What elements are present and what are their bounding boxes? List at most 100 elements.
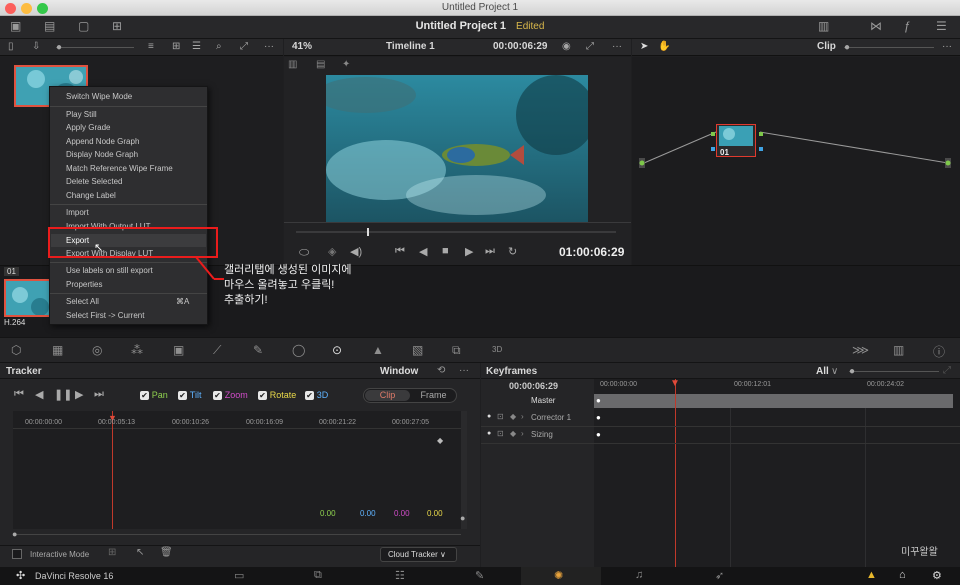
motion-effects-icon[interactable]: ▣: [173, 343, 184, 357]
cloud-tracker-dropdown[interactable]: Cloud Tracker ∨: [380, 547, 457, 562]
stop-icon[interactable]: ■: [442, 245, 449, 257]
track-forward-end-icon[interactable]: ⏭: [94, 388, 104, 401]
master-keyframe-dot[interactable]: ●: [596, 396, 601, 405]
delete-point-icon[interactable]: 🗑: [160, 547, 173, 558]
sizing-icon[interactable]: ⧉: [452, 343, 461, 358]
3d-icon[interactable]: 3D: [492, 345, 502, 354]
color-match-icon[interactable]: ▦: [52, 343, 63, 357]
fusion-page-icon[interactable]: ✎: [475, 569, 484, 582]
loop-playback-icon[interactable]: ↻: [508, 245, 517, 258]
sidebar-toggle-icon[interactable]: ▯: [8, 41, 14, 52]
interactive-mode-checkbox[interactable]: [12, 549, 22, 559]
keyframe-toggle-icon[interactable]: ◆: [510, 412, 516, 421]
clips-icon[interactable]: ⊞: [112, 19, 122, 33]
keyframes-zoom-slider[interactable]: ●: [849, 366, 939, 377]
menu-item-play-still[interactable]: Play Still: [66, 110, 97, 119]
corrector-keyframe-dot[interactable]: ●: [596, 413, 601, 422]
expand-chevron-icon[interactable]: ›: [521, 412, 524, 421]
camera-raw-icon[interactable]: ⬡: [11, 343, 21, 357]
menu-item-change-label[interactable]: Change Label: [66, 191, 116, 200]
menu-item-switch-wipe-mode[interactable]: Switch Wipe Mode: [66, 92, 132, 101]
track-forward-icon[interactable]: ▶: [75, 388, 83, 401]
scrubber-bar[interactable]: [296, 231, 616, 233]
viewer-icon-a[interactable]: ▥: [288, 59, 304, 71]
frame-mode-button[interactable]: Frame: [411, 390, 456, 401]
reverse-play-icon[interactable]: ◀: [419, 245, 427, 258]
track-stop-icon[interactable]: ❚❚: [54, 388, 72, 401]
scopes-icon[interactable]: ⋙: [852, 343, 869, 357]
color-wheels-icon[interactable]: ◎: [92, 343, 102, 357]
clip-frame-toggle[interactable]: Clip Frame: [363, 388, 457, 403]
menu-item-select-first-to-current[interactable]: Select First -> Current: [66, 311, 144, 320]
clip-thumbnail[interactable]: [4, 279, 52, 317]
keyframes-expand-icon[interactable]: ⤢: [943, 365, 951, 376]
fairlight-page-icon[interactable]: ♫: [635, 569, 643, 581]
more-options-icon[interactable]: ···: [264, 41, 274, 52]
track-reverse-icon[interactable]: ◀: [35, 388, 43, 401]
audio-icon[interactable]: ◀): [350, 245, 362, 258]
sizing-keyframe-dot[interactable]: ●: [596, 430, 601, 439]
list-view-icon[interactable]: ☰: [192, 41, 201, 52]
tilt-checkbox[interactable]: ✔ Tilt: [178, 390, 201, 401]
pointer-icon[interactable]: ➤: [640, 41, 648, 52]
tracker-playhead[interactable]: [112, 411, 113, 529]
viewer-icon-b[interactable]: ▤: [316, 59, 332, 71]
node-output-rgb[interactable]: [759, 132, 763, 136]
chevron-down-icon[interactable]: ∨: [831, 366, 838, 377]
blur-icon[interactable]: ▲: [372, 343, 384, 357]
loop-icon[interactable]: ⬭: [299, 245, 309, 260]
zoom-checkbox[interactable]: ✔ Zoom: [213, 390, 248, 401]
menu-item-apply-grade[interactable]: Apply Grade: [66, 123, 110, 132]
menu-item-delete-selected[interactable]: Delete Selected: [66, 177, 122, 186]
fullscreen-icon[interactable]: ⤢: [240, 41, 248, 52]
grid-view-icon[interactable]: ⊞: [172, 41, 180, 52]
info-icon[interactable]: ⓘ: [933, 343, 945, 360]
skip-start-icon[interactable]: ⏮: [395, 245, 405, 258]
play-icon[interactable]: ▶: [465, 245, 473, 258]
workspace-icon[interactable]: ▥: [818, 19, 829, 33]
hand-icon[interactable]: ✋: [658, 41, 670, 52]
media-page-icon[interactable]: ▭: [234, 569, 244, 582]
menu-item-properties[interactable]: Properties: [66, 280, 102, 289]
project-settings-icon[interactable]: ⚙: [932, 569, 942, 582]
grab-still-icon[interactable]: ⇩: [32, 41, 40, 52]
warning-icon[interactable]: ▲: [866, 569, 877, 581]
node-zoom-slider[interactable]: ●: [844, 42, 934, 53]
color-picker-icon[interactable]: ◉: [562, 41, 571, 52]
viewer-more-icon[interactable]: ···: [612, 41, 622, 52]
sizing-track-dot[interactable]: ●: [487, 430, 491, 437]
tracker-icon[interactable]: ⊙: [332, 343, 342, 357]
tracker-more-icon[interactable]: ···: [459, 365, 469, 376]
key-icon[interactable]: ▧: [412, 343, 423, 357]
color-page-icon[interactable]: ✺: [554, 569, 563, 582]
cut-page-icon[interactable]: ⧉: [314, 569, 322, 582]
corrector-track-dot[interactable]: ●: [487, 413, 491, 420]
lock-icon[interactable]: ⊡: [497, 429, 504, 438]
luts-icon[interactable]: ▢: [78, 19, 89, 33]
viewer-frame[interactable]: [326, 75, 588, 223]
expand-chevron-icon[interactable]: ›: [521, 429, 524, 438]
edit-page-icon[interactable]: ☷: [395, 569, 405, 582]
node-input-key[interactable]: [711, 147, 715, 151]
tracker-vertical-scrollbar[interactable]: [461, 411, 467, 529]
keyframes-playhead[interactable]: [675, 379, 676, 567]
node-input-rgb[interactable]: [711, 132, 715, 136]
deliver-page-icon[interactable]: ➶: [715, 569, 724, 582]
menu-item-select-all[interactable]: Select All: [66, 297, 99, 306]
curves-icon[interactable]: ⟋: [213, 343, 221, 358]
timeline-selector[interactable]: Timeline 1: [386, 41, 435, 52]
menu-item-import[interactable]: Import: [66, 208, 89, 217]
settings-icon[interactable]: ☰: [936, 19, 947, 33]
corrector-node[interactable]: 01: [711, 124, 763, 157]
tracker-window-selector[interactable]: Window: [380, 366, 418, 377]
qualifier-icon[interactable]: ✎: [253, 343, 263, 357]
window-icon[interactable]: ◯: [292, 343, 305, 357]
scrubber-playhead[interactable]: [367, 228, 369, 236]
home-icon[interactable]: ⌂: [899, 569, 906, 581]
3d-checkbox[interactable]: ✔ 3D: [305, 390, 328, 401]
zoom-level[interactable]: 41%: [292, 41, 312, 52]
clip-mode-button[interactable]: Clip: [365, 390, 410, 401]
node-graph-icon[interactable]: ⋈: [870, 19, 882, 33]
menu-item-display-node-graph[interactable]: Display Node Graph: [66, 150, 138, 159]
histogram-icon[interactable]: ▥: [893, 343, 904, 357]
